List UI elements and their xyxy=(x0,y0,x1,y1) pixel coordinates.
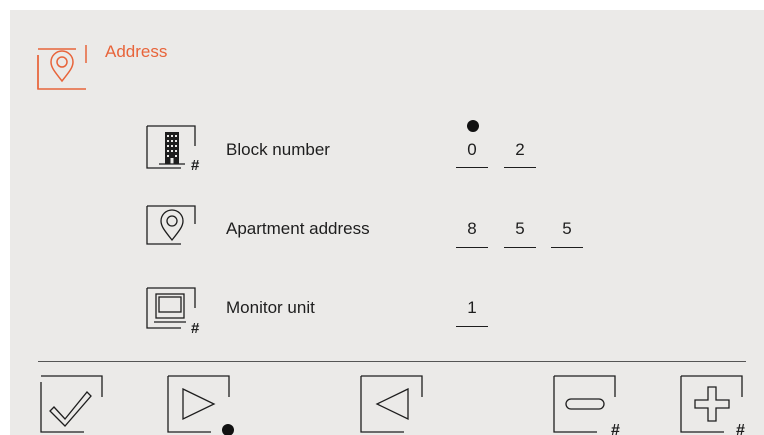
confirm-button[interactable] xyxy=(40,375,104,433)
location-pin-icon xyxy=(145,204,203,250)
digit-field[interactable]: 5 xyxy=(551,219,583,239)
hash-label: # xyxy=(736,422,745,435)
monitor-unit-label: Monitor unit xyxy=(226,298,315,317)
digit-underline xyxy=(504,247,536,248)
increment-button[interactable]: # xyxy=(680,375,750,435)
hash-label: # xyxy=(191,320,200,337)
digit-underline xyxy=(551,247,583,248)
apartment-address-label: Apartment address xyxy=(226,219,370,238)
hash-label: # xyxy=(611,422,620,435)
decrement-button[interactable]: # xyxy=(553,375,623,435)
digit-field[interactable]: 0 xyxy=(456,140,488,160)
previous-button[interactable] xyxy=(360,375,424,433)
play-right-icon xyxy=(167,375,234,435)
minus-hash-icon: # xyxy=(553,375,620,435)
next-button[interactable] xyxy=(167,375,237,435)
page-title: Address xyxy=(105,42,168,61)
digit-field[interactable]: 5 xyxy=(504,219,536,239)
digit-underline xyxy=(504,167,536,168)
monitor-hash-icon: # xyxy=(145,286,203,337)
digit-field[interactable]: 1 xyxy=(456,298,488,318)
block-number-label: Block number xyxy=(226,140,330,159)
back-left-icon xyxy=(360,375,423,433)
digit-field[interactable]: 8 xyxy=(456,219,488,239)
digit-underline xyxy=(456,167,488,168)
location-pin-icon xyxy=(36,41,87,90)
screen: Address # Block number 0 2 Apartment add… xyxy=(10,10,764,435)
digit-underline xyxy=(456,326,488,327)
building-hash-icon: # xyxy=(145,124,203,174)
digit-field[interactable]: 2 xyxy=(504,140,536,160)
toolbar-divider xyxy=(38,361,746,362)
plus-hash-icon: # xyxy=(680,375,745,435)
hash-label: # xyxy=(191,157,200,174)
digit-underline xyxy=(456,247,488,248)
cursor-indicator xyxy=(467,120,479,132)
checkmark-icon xyxy=(40,375,103,433)
selected-dot xyxy=(222,424,234,435)
